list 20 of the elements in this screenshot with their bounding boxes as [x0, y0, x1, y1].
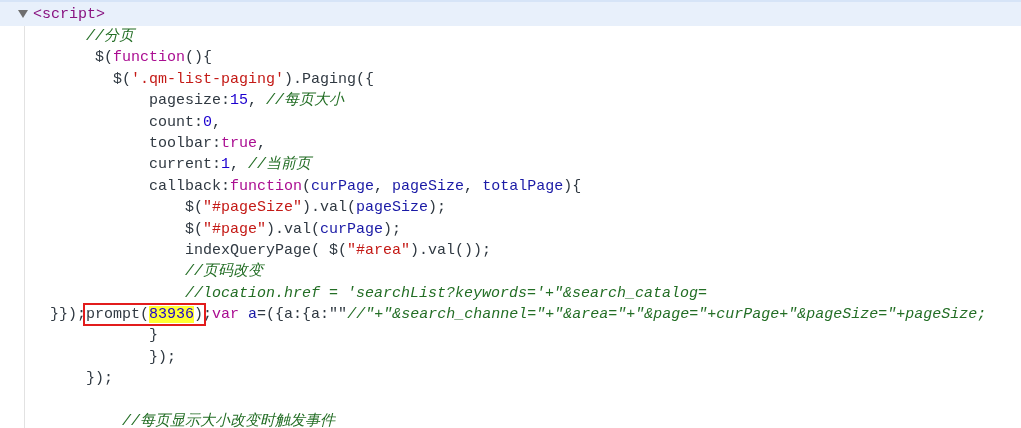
code-line: toolbar:true,: [148, 133, 268, 154]
code-line: //每页显示大小改变时触发事件: [121, 411, 337, 428]
code-line: //location.href = 'searchList?keywords='+"&search_catalog=: [184, 283, 709, 304]
disclosure-triangle-icon[interactable]: [18, 9, 28, 19]
code-line: current:1, //当前页: [148, 154, 314, 176]
code-line: $("#pageSize").val(pageSize);: [184, 198, 448, 219]
code-line: }});prompt(83936);var a=({a:{a:""//"+"&search_channel="+"&area="+"&page="+curPage+"&pageSize="+pageSize;: [50, 304, 1021, 326]
code-line: $('.qm-list-paging').Paging({: [112, 69, 376, 90]
code-line: pagesize:15, //每页大小: [148, 90, 346, 112]
code-line: //页码改变: [184, 261, 266, 283]
code-line: });: [148, 347, 178, 368]
code-line: $("#page").val(curPage);: [184, 219, 403, 240]
code-line: }: [148, 326, 160, 347]
code-line: });: [85, 369, 114, 390]
code-line: $(function(){: [94, 48, 214, 69]
code-line: callback:function(curPage, pageSize, totalPage){: [148, 176, 583, 197]
element-tag: <script>: [33, 5, 105, 23]
code-line: indexQueryPage( $("#area").val());: [184, 240, 493, 261]
code-line: //分页: [85, 27, 137, 47]
code-line: count:0,: [148, 112, 223, 133]
